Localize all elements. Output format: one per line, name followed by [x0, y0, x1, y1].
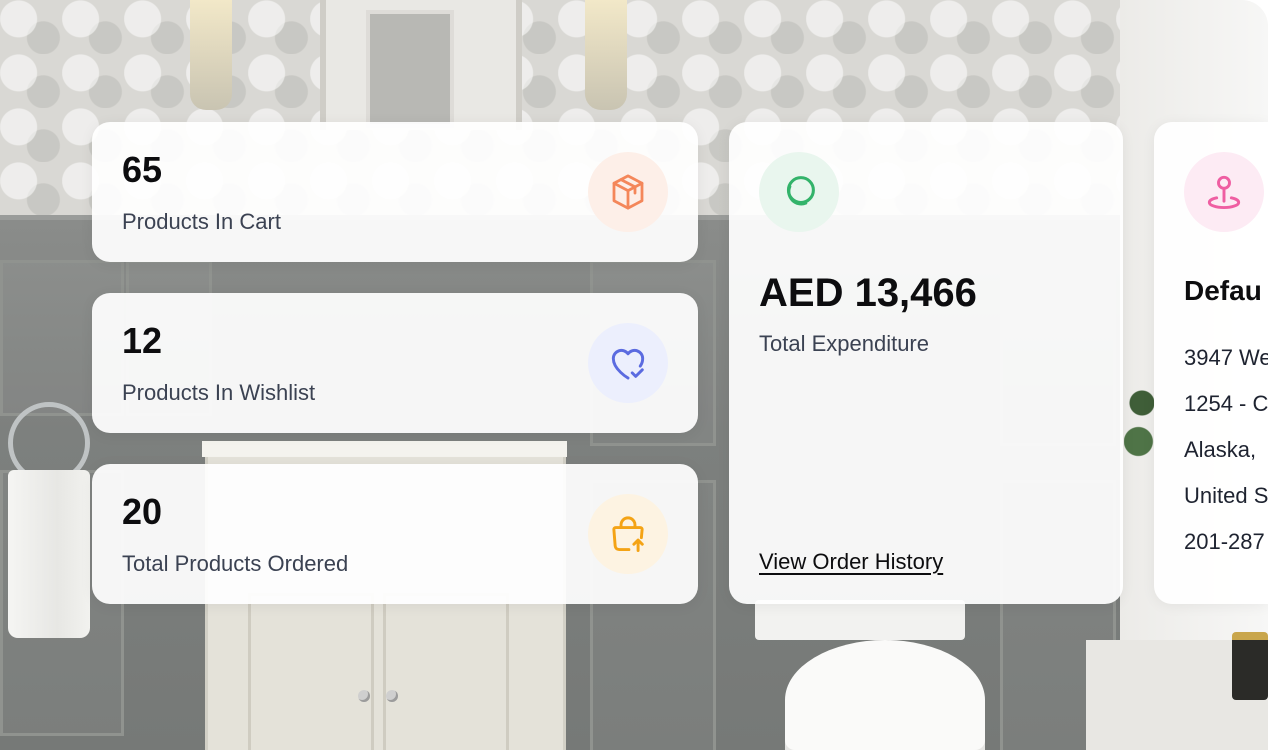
- cabinet-knob: [358, 690, 370, 702]
- address-line: Alaska,: [1184, 437, 1257, 462]
- address-line: 1254 - C: [1184, 391, 1268, 416]
- cart-label: Products In Cart: [122, 209, 281, 234]
- cart-count: 65: [122, 149, 163, 190]
- toilet-bowl: [785, 640, 985, 750]
- wall-sconce: [190, 0, 232, 110]
- shopping-bag-upload-icon: [588, 494, 668, 574]
- ordered-count: 20: [122, 491, 163, 532]
- package-icon: [588, 152, 668, 232]
- ordered-label: Total Products Ordered: [122, 551, 349, 576]
- door: [320, 0, 522, 130]
- default-address-card: Defau 3947 We 1254 - C Alaska, United S …: [1154, 122, 1268, 604]
- cabinet-knob: [386, 690, 398, 702]
- wishlist-count: 12: [122, 320, 163, 361]
- address-line: 3947 We: [1184, 345, 1268, 370]
- total-expenditure-amount: AED 13,466: [759, 271, 977, 315]
- toilet-tank: [755, 600, 965, 640]
- candle: [1232, 632, 1268, 700]
- address-line: 201-287: [1184, 529, 1265, 554]
- towel: [8, 470, 90, 638]
- wall-sconce: [585, 0, 627, 110]
- cart-stat-card: 65 Products In Cart: [92, 122, 698, 262]
- map-pin-icon: [1184, 152, 1264, 232]
- ordered-stat-card: 20 Total Products Ordered: [92, 464, 698, 604]
- coins-icon: [759, 152, 839, 232]
- address-line: United S: [1184, 483, 1268, 508]
- heart-check-icon: [588, 323, 668, 403]
- address-title: Defau: [1184, 275, 1262, 306]
- view-order-history-link[interactable]: View Order History: [759, 548, 943, 576]
- expenditure-card: AED 13,466 Total Expenditure View Order …: [729, 122, 1123, 604]
- wishlist-stat-card: 12 Products In Wishlist: [92, 293, 698, 433]
- wishlist-label: Products In Wishlist: [122, 380, 316, 405]
- total-expenditure-label: Total Expenditure: [759, 331, 929, 356]
